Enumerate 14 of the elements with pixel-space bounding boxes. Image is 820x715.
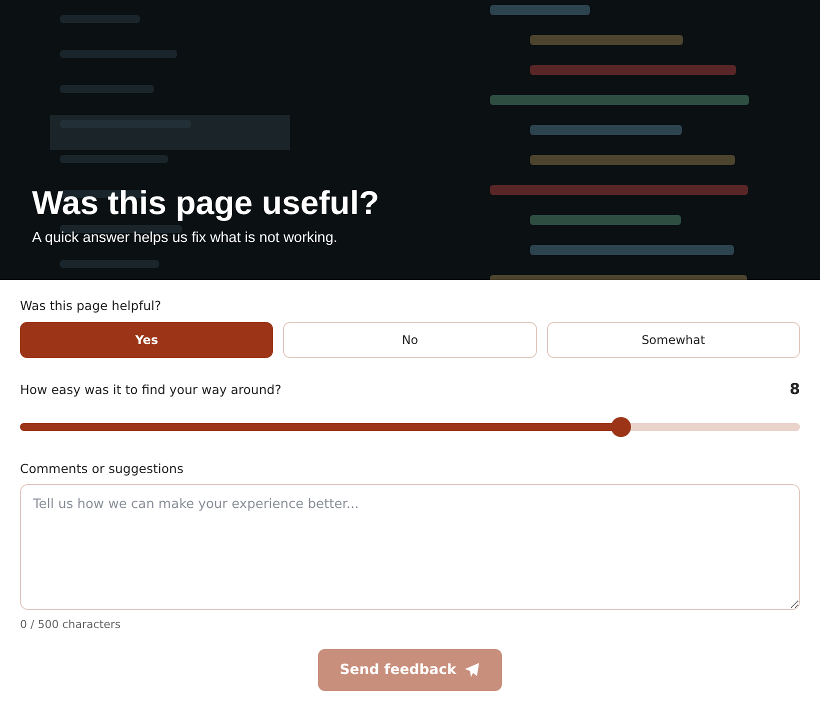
hero-subtitle: A quick answer helps us fix what is not working. [32,230,338,246]
slider-thumb[interactable] [610,417,631,437]
hero-title: Was this page useful? [32,184,380,222]
character-counter: 0 / 500 characters [20,618,122,631]
slider[interactable] [20,417,800,437]
comments-label: Comments or suggestions [20,461,184,476]
answer-option[interactable]: No [283,322,537,358]
question-label: How easy was it to find your way around? [20,382,282,396]
question-label: Was this page helpful? [20,298,162,313]
slider-value: 8 [790,380,800,398]
send-icon [464,662,480,678]
comments-field[interactable]: Tell us how we can make your experience better... [20,484,800,610]
answer-option[interactable]: Somewhat [546,322,800,358]
answer-option[interactable]: Yes [20,322,274,358]
